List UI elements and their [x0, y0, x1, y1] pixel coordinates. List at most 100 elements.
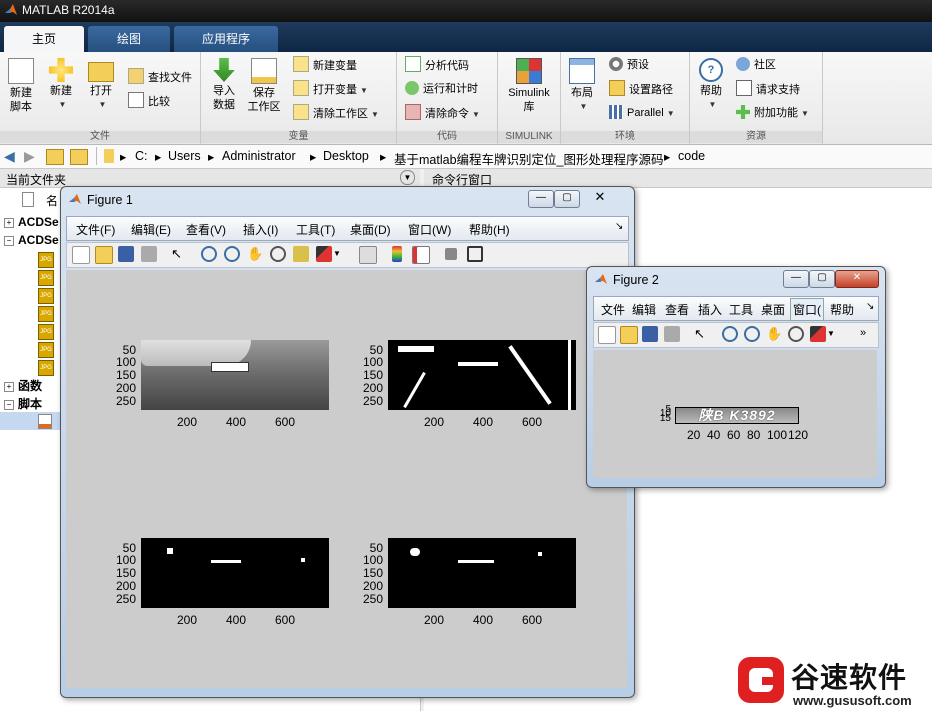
- pointer-icon[interactable]: ↖: [694, 326, 710, 342]
- open-file-icon[interactable]: [620, 326, 638, 344]
- crumb-administrator[interactable]: Administrator: [222, 149, 296, 163]
- menu-view[interactable]: 查看: [665, 301, 689, 318]
- toolbar-overflow-icon[interactable]: »: [860, 326, 876, 342]
- menubar-arrow-icon[interactable]: ↘: [866, 301, 874, 312]
- hide-plot-tools-icon[interactable]: [445, 248, 457, 260]
- menu-file[interactable]: 文件(F): [76, 221, 115, 238]
- run-and-time-button[interactable]: 运行和计时: [405, 80, 478, 98]
- jpg-file-icon[interactable]: JPG: [38, 360, 54, 376]
- new-figure-icon[interactable]: [598, 326, 616, 344]
- compare-button[interactable]: 比较: [128, 92, 170, 110]
- clear-commands-button[interactable]: 清除命令 ▼: [405, 104, 480, 122]
- print-icon[interactable]: [664, 326, 680, 342]
- open-button[interactable]: 打开 ▼: [84, 56, 118, 112]
- set-path-button[interactable]: 设置路径: [609, 80, 673, 98]
- print-icon[interactable]: [141, 246, 157, 262]
- menu-edit[interactable]: 编辑(E): [131, 221, 171, 238]
- pointer-icon[interactable]: ↖: [171, 246, 187, 262]
- link-plot-icon[interactable]: [359, 246, 377, 264]
- crumb-users[interactable]: Users: [168, 149, 201, 163]
- menu-tools[interactable]: 工具(T): [296, 221, 335, 238]
- save-icon[interactable]: [642, 326, 658, 342]
- figure1-canvas[interactable]: 50 100 150 200 250 200 400 600 50 100 15…: [66, 270, 627, 688]
- jpg-file-icon[interactable]: JPG: [38, 288, 54, 304]
- jpg-file-icon[interactable]: JPG: [38, 324, 54, 340]
- brush-icon[interactable]: [316, 246, 332, 262]
- rotate-3d-icon[interactable]: [788, 326, 804, 342]
- show-plot-tools-icon[interactable]: [467, 246, 483, 262]
- browse-folder-icon[interactable]: [70, 149, 88, 165]
- tab-home[interactable]: 主页: [4, 26, 84, 52]
- import-data-button[interactable]: 导入 数据: [207, 56, 241, 112]
- request-support-button[interactable]: 请求支持: [736, 80, 800, 98]
- community-button[interactable]: 社区: [736, 56, 776, 74]
- simulink-library-button[interactable]: Simulink 库: [502, 56, 556, 114]
- menu-help[interactable]: 帮助: [830, 301, 854, 318]
- up-folder-icon[interactable]: [46, 149, 64, 165]
- menu-tools[interactable]: 工具: [729, 301, 753, 318]
- maximize-button[interactable]: ▢: [809, 270, 835, 288]
- data-cursor-icon[interactable]: [293, 246, 309, 262]
- folder-actions-icon[interactable]: ▼: [400, 170, 415, 185]
- zoom-in-icon[interactable]: [201, 246, 217, 262]
- jpg-file-icon[interactable]: JPG: [38, 342, 54, 358]
- tree-item-functions[interactable]: + 函数: [4, 377, 42, 394]
- menu-window[interactable]: 窗口(: [790, 298, 824, 321]
- collapse-icon[interactable]: −: [4, 236, 14, 246]
- brush-icon[interactable]: [810, 326, 826, 342]
- menu-desktop[interactable]: 桌面: [761, 301, 785, 318]
- open-file-icon[interactable]: [95, 246, 113, 264]
- selected-script-row[interactable]: [0, 412, 60, 430]
- new-figure-icon[interactable]: [72, 246, 90, 264]
- new-script-button[interactable]: 新建 脚本: [4, 56, 38, 114]
- save-icon[interactable]: [118, 246, 134, 262]
- help-button[interactable]: ? 帮助 ▼: [694, 56, 728, 112]
- zoom-in-icon[interactable]: [722, 326, 738, 342]
- close-button[interactable]: ✕: [835, 270, 879, 288]
- preferences-button[interactable]: 预设: [609, 56, 649, 74]
- forward-arrow-icon[interactable]: ▶: [24, 148, 35, 165]
- back-arrow-icon[interactable]: ◀: [4, 148, 15, 165]
- crumb-desktop[interactable]: Desktop: [323, 149, 369, 163]
- clear-workspace-button[interactable]: 清除工作区 ▼: [293, 104, 379, 122]
- analyze-code-button[interactable]: 分析代码: [405, 56, 469, 74]
- name-column-header[interactable]: 名: [46, 192, 58, 209]
- crumb-project[interactable]: 基于matlab编程车牌识别定位_图形处理程序源码: [394, 149, 663, 168]
- new-button[interactable]: 新建 ▼: [44, 56, 78, 112]
- zoom-out-icon[interactable]: [224, 246, 240, 262]
- tree-item-acdsee-2[interactable]: − ACDSe: [4, 233, 59, 247]
- menu-edit[interactable]: 编辑: [632, 301, 656, 318]
- tab-apps[interactable]: 应用程序: [174, 26, 278, 52]
- minimize-button[interactable]: —: [528, 190, 554, 208]
- menu-window[interactable]: 窗口(W): [408, 221, 451, 238]
- legend-icon[interactable]: [412, 246, 430, 264]
- layout-button[interactable]: 布局 ▼: [565, 56, 599, 114]
- zoom-out-icon[interactable]: [744, 326, 760, 342]
- menu-desktop[interactable]: 桌面(D): [350, 221, 391, 238]
- collapse-icon[interactable]: −: [4, 400, 14, 410]
- pan-hand-icon[interactable]: ✋: [766, 326, 782, 342]
- open-variable-button[interactable]: 打开变量 ▼: [293, 80, 368, 98]
- tree-item-scripts[interactable]: − 脚本: [4, 395, 42, 412]
- menu-insert[interactable]: 插入: [698, 301, 722, 318]
- menu-file[interactable]: 文件: [601, 301, 625, 318]
- rotate-3d-icon[interactable]: [270, 246, 286, 262]
- save-workspace-button[interactable]: 保存 工作区: [247, 56, 281, 114]
- tree-item-acdsee-1[interactable]: + ACDSe: [4, 215, 59, 229]
- crumb-code[interactable]: code: [678, 149, 705, 163]
- new-variable-button[interactable]: 新建变量: [293, 56, 357, 74]
- colorbar-icon[interactable]: [392, 246, 402, 262]
- parallel-button[interactable]: Parallel ▼: [609, 104, 675, 122]
- brush-dropdown-icon[interactable]: ▼: [333, 246, 341, 262]
- menu-help[interactable]: 帮助(H): [469, 221, 510, 238]
- add-ons-button[interactable]: 附加功能 ▼: [736, 104, 809, 122]
- menu-insert[interactable]: 插入(I): [243, 221, 278, 238]
- menubar-arrow-icon[interactable]: ↘: [615, 221, 623, 232]
- jpg-file-icon[interactable]: JPG: [38, 270, 54, 286]
- expand-icon[interactable]: +: [4, 218, 14, 228]
- crumb-drive[interactable]: C:: [135, 149, 148, 163]
- maximize-button[interactable]: ▢: [554, 190, 580, 208]
- expand-icon[interactable]: +: [4, 382, 14, 392]
- minimize-button[interactable]: —: [783, 270, 809, 288]
- jpg-file-icon[interactable]: JPG: [38, 252, 54, 268]
